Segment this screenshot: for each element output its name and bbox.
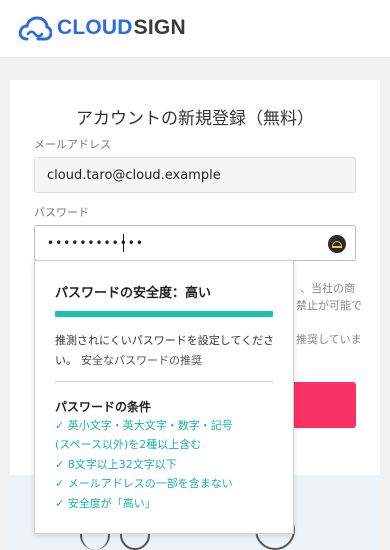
page-title: アカウントの新規登録（無料） [76,109,314,129]
condition-item: ✓ 英小文字・英大文字・数字・記号 [55,419,233,432]
text-caret [123,234,124,252]
password-label: パスワード [34,206,89,219]
conditions-title: パスワードの条件 [55,400,152,414]
logo-text-sign: SIGN [133,16,186,39]
show-password-icon[interactable] [328,235,346,253]
strength-meter-fill [55,311,273,317]
cloud-logo-icon [18,16,52,41]
condition-item: ✓ 8文字以上32文字以下 [55,457,177,471]
cloudsign-logo[interactable]: CLOUDSIGN [18,14,186,42]
logo-text-cloud: CLOUD [57,16,133,39]
conditions-list: ✓ 英小文字・英大文字・数字・記号 (スペース以外)を2種以上含む ✓ 8文字以… [55,416,285,513]
register-button[interactable] [292,382,356,428]
strength-title: パスワードの安全度：高い [55,286,212,301]
condition-item: ✓ メールアドレスの一部を含まない [55,477,233,491]
divider [55,381,273,382]
password-strength-popover: パスワードの安全度：高い 推測されにくいパスワードを設定してください。 安全なパス… [34,260,294,534]
password-recommend-link[interactable]: 安全なパスワードの推奨 [81,354,202,367]
password-value: •••••••••••• [47,236,144,250]
email-label: メールアドレス [34,138,111,151]
terms-text-fragment: 推奨していま [296,333,362,346]
email-field[interactable]: cloud.taro@cloud.example [34,157,356,193]
condition-item: ✓ 安全度が「高い」 [55,496,156,510]
email-value: cloud.taro@cloud.example [47,168,221,183]
app-header: CLOUDSIGN [0,0,390,58]
terms-text-fragment: 禁止が可能で [296,299,362,312]
strength-meter [55,311,273,317]
password-field[interactable]: •••••••••••• [34,225,356,261]
terms-text-fragment: 、当社の商 [300,282,355,295]
condition-item: (スペース以外)を2種以上含む [55,438,202,452]
